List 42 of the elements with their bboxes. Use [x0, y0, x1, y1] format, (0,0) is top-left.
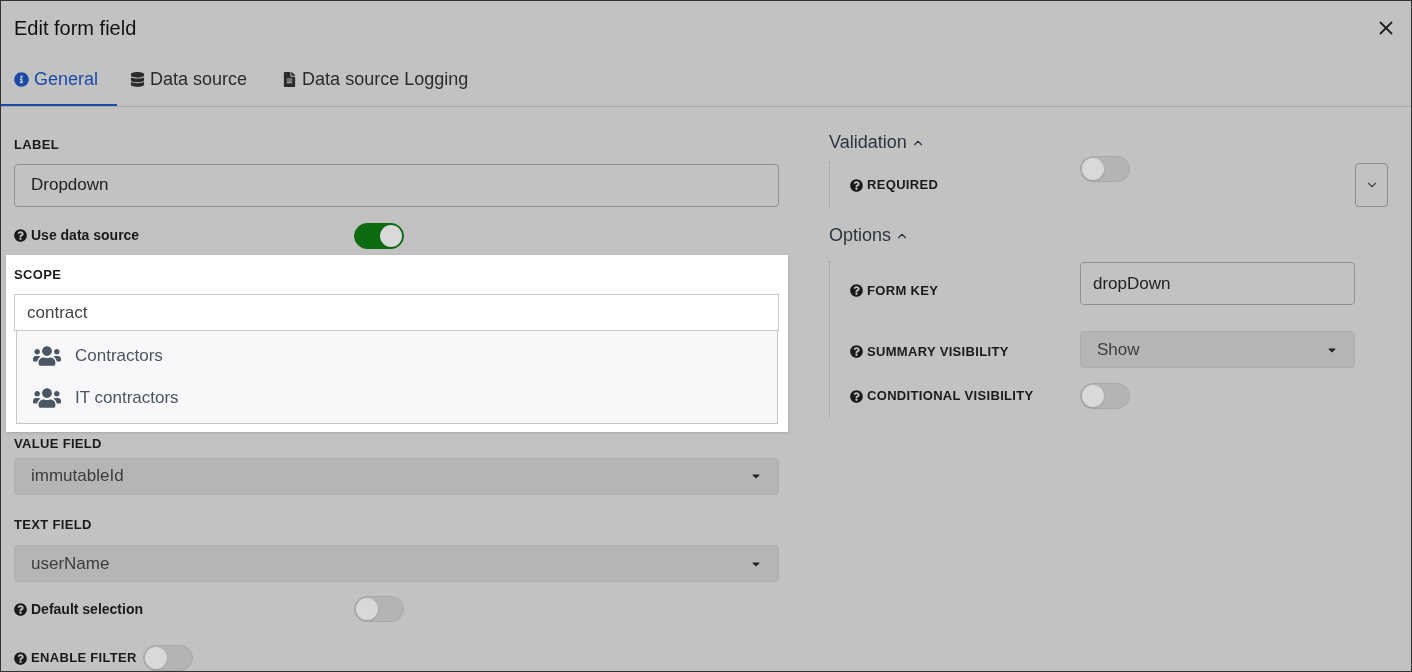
help-icon[interactable] — [14, 229, 27, 242]
field-label: CONDITIONAL VISIBILITY — [867, 387, 1034, 406]
help-icon[interactable] — [14, 651, 27, 665]
field-label: LABEL — [14, 136, 60, 154]
dropdown-option[interactable]: IT contractors — [17, 377, 777, 419]
toggle-switch[interactable] — [354, 596, 404, 622]
info-icon — [14, 71, 29, 87]
search-field[interactable]: contract — [14, 294, 779, 331]
field-label: ENABLE FILTER — [31, 649, 137, 668]
database-icon — [130, 71, 146, 87]
help-icon[interactable] — [850, 178, 863, 192]
select-field[interactable]: Show — [1080, 331, 1355, 368]
toggle-switch[interactable] — [354, 222, 404, 249]
help-icon[interactable] — [850, 345, 863, 358]
field-label: REQUIRED — [867, 176, 939, 195]
users-icon — [33, 386, 61, 410]
select-field[interactable]: immutableId — [14, 457, 779, 495]
users-icon — [33, 344, 61, 368]
field-label: TEXT FIELD — [14, 515, 93, 534]
field-label: Use data source — [31, 226, 140, 245]
field-label: Default selection — [31, 599, 144, 619]
tab[interactable]: Data source — [117, 54, 270, 106]
toggle-switch[interactable] — [1080, 156, 1130, 182]
help-icon[interactable] — [14, 602, 27, 616]
toggle-switch[interactable] — [142, 645, 193, 671]
section-header[interactable]: Options — [829, 222, 910, 249]
text-input[interactable]: dropDown — [1080, 262, 1355, 305]
dropdown-option[interactable]: Contractors — [17, 335, 777, 377]
help-icon[interactable] — [850, 284, 863, 297]
toggle-switch[interactable] — [1080, 383, 1130, 409]
text-input[interactable]: Dropdown — [14, 163, 779, 207]
dialog-title: Edit form field — [14, 15, 137, 41]
field-label: SCOPE — [14, 265, 63, 284]
section-header[interactable]: Validation — [829, 129, 925, 156]
field-label: SUMMARY VISIBILITY — [867, 342, 1009, 361]
field-label: VALUE FIELD — [14, 435, 103, 453]
field-label: FORM KEY — [867, 281, 939, 300]
select-field[interactable]: userName — [14, 545, 779, 582]
tab[interactable]: General — [1, 54, 118, 106]
tab[interactable]: Data source Logging — [269, 54, 491, 106]
help-icon[interactable] — [850, 389, 863, 403]
document-icon — [282, 71, 298, 87]
